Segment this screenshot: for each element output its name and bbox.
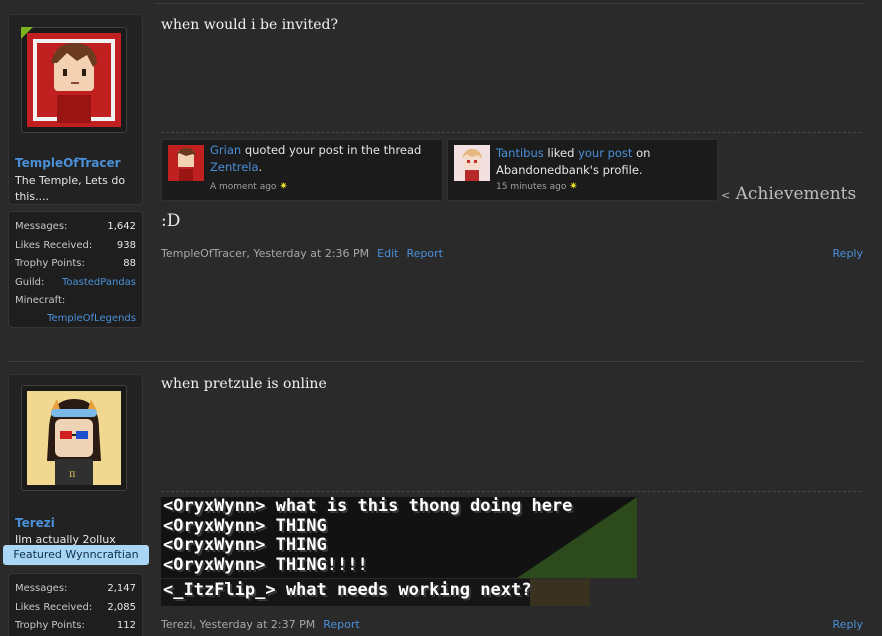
- achievements-label: < Achievements: [721, 184, 856, 204]
- notification-card[interactable]: Grian quoted your post in the thread Zen…: [161, 139, 443, 201]
- report-link[interactable]: Report: [406, 247, 442, 260]
- notification-time-text: A moment ago: [210, 182, 277, 192]
- stat-minecraft: Minecraft: TempleOfLegends: [9, 291, 142, 326]
- star-icon: ✷: [279, 181, 288, 192]
- post-message: when pretzule is online: [161, 376, 327, 392]
- post-author-time[interactable]: Terezi, Yesterday at 2:37 PM: [161, 618, 315, 631]
- notification-time-text: 15 minutes ago: [496, 182, 567, 192]
- edit-link[interactable]: Edit: [377, 247, 398, 260]
- achievements-prefix: <: [721, 189, 731, 202]
- stat-likes: Likes Received: 938: [9, 236, 142, 255]
- stat-value: 88: [123, 258, 136, 269]
- featured-badge: Featured Wynncraftian: [3, 545, 149, 565]
- signature-smiley: :D: [161, 211, 181, 231]
- stat-value: 2,147: [107, 583, 136, 594]
- notification-suffix: .: [258, 160, 263, 174]
- stat-label: Minecraft:: [15, 295, 66, 306]
- stat-label: Guild:: [15, 276, 45, 288]
- post-meta: Terezi, Yesterday at 2:37 PM Report: [161, 618, 360, 631]
- username[interactable]: Terezi: [15, 516, 55, 530]
- user-title: The Temple, Lets do this....: [15, 174, 126, 203]
- chat-line: <OryxWynn> THING: [163, 515, 327, 536]
- avatar[interactable]: [21, 27, 127, 133]
- post-author-time[interactable]: TempleOfTracer, Yesterday at 2:36 PM: [161, 247, 369, 260]
- stat-messages: Messages: 1,642: [9, 217, 142, 236]
- user-stats: Messages: 2,147 Likes Received: 2,085 Tr…: [8, 573, 143, 636]
- notification-time: A moment ago ✷: [210, 181, 288, 192]
- stat-value: 2,085: [107, 601, 136, 613]
- notification-post-link[interactable]: your post: [578, 146, 632, 160]
- star-icon: ✷: [569, 181, 578, 192]
- stat-label: Likes Received:: [15, 601, 93, 613]
- post-message: when would i be invited?: [161, 17, 338, 33]
- avatar-image-terezi: π: [27, 391, 121, 485]
- notification-user-link[interactable]: Tantibus: [496, 146, 544, 160]
- notification-thread-link[interactable]: Zentrela: [210, 160, 259, 174]
- reply-link[interactable]: Reply: [833, 618, 863, 631]
- post-meta: TempleOfTracer, Yesterday at 2:36 PM Edit…: [161, 247, 443, 260]
- stat-value: 112: [116, 620, 136, 631]
- stat-messages: Messages: 2,147: [9, 579, 142, 598]
- stat-trophy: Trophy Points: 112: [9, 616, 142, 635]
- stat-label: Trophy Points:: [15, 620, 85, 631]
- stat-guild: Guild: ToastedPandas: [9, 273, 142, 292]
- notification-avatar: [454, 145, 490, 181]
- chat-screenshot: <OryxWynn> what is this thong doing here…: [161, 497, 637, 578]
- signature-divider: [161, 132, 861, 133]
- minecraft-link[interactable]: TempleOfLegends: [47, 313, 136, 324]
- notification-text: Grian quoted your post in the thread Zen…: [210, 142, 440, 176]
- username[interactable]: TempleOfTracer: [15, 156, 121, 170]
- post-divider: [155, 3, 863, 4]
- notification-action: liked: [543, 146, 579, 160]
- signature-divider: [161, 491, 861, 492]
- stat-label: Messages:: [15, 221, 68, 232]
- avatar[interactable]: π: [21, 385, 127, 491]
- stat-label: Likes Received:: [15, 239, 93, 251]
- stat-likes: Likes Received: 2,085: [9, 598, 142, 617]
- chat-line: <OryxWynn> THING: [163, 535, 327, 555]
- stat-trophy: Trophy Points: 88: [9, 254, 142, 273]
- stat-label: Trophy Points:: [15, 258, 85, 269]
- achievements-text: Achievements: [735, 184, 857, 204]
- guild-link[interactable]: ToastedPandas: [62, 277, 136, 288]
- user-stats: Messages: 1,642 Likes Received: 938 Trop…: [8, 211, 143, 328]
- reply-link[interactable]: Reply: [833, 247, 863, 260]
- stat-label: Messages:: [15, 583, 68, 594]
- notification-time: 15 minutes ago ✷: [496, 181, 578, 192]
- chat-line: <OryxWynn> THING!!!!: [163, 554, 368, 575]
- report-link[interactable]: Report: [323, 618, 359, 631]
- stat-value: 938: [116, 239, 136, 251]
- notification-user-link[interactable]: Grian: [210, 143, 241, 157]
- stat-value: 1,642: [107, 221, 136, 232]
- notification-text: Tantibus liked your post on Abandonedban…: [496, 145, 716, 179]
- notification-card[interactable]: Tantibus liked your post on Abandonedban…: [447, 139, 718, 201]
- chat-line: <OryxWynn> what is this thong doing here: [163, 497, 573, 516]
- chat-line: <_ItzFlip_> what needs working next?: [163, 580, 532, 600]
- chat-screenshot: <_ItzFlip_> what needs working next?: [161, 579, 590, 606]
- post-divider: [8, 361, 863, 362]
- notification-avatar: [168, 145, 204, 181]
- svg-text:π: π: [69, 469, 76, 480]
- avatar-image-templeoftracer: [27, 33, 121, 127]
- notification-action: quoted your post in the thread: [241, 143, 422, 157]
